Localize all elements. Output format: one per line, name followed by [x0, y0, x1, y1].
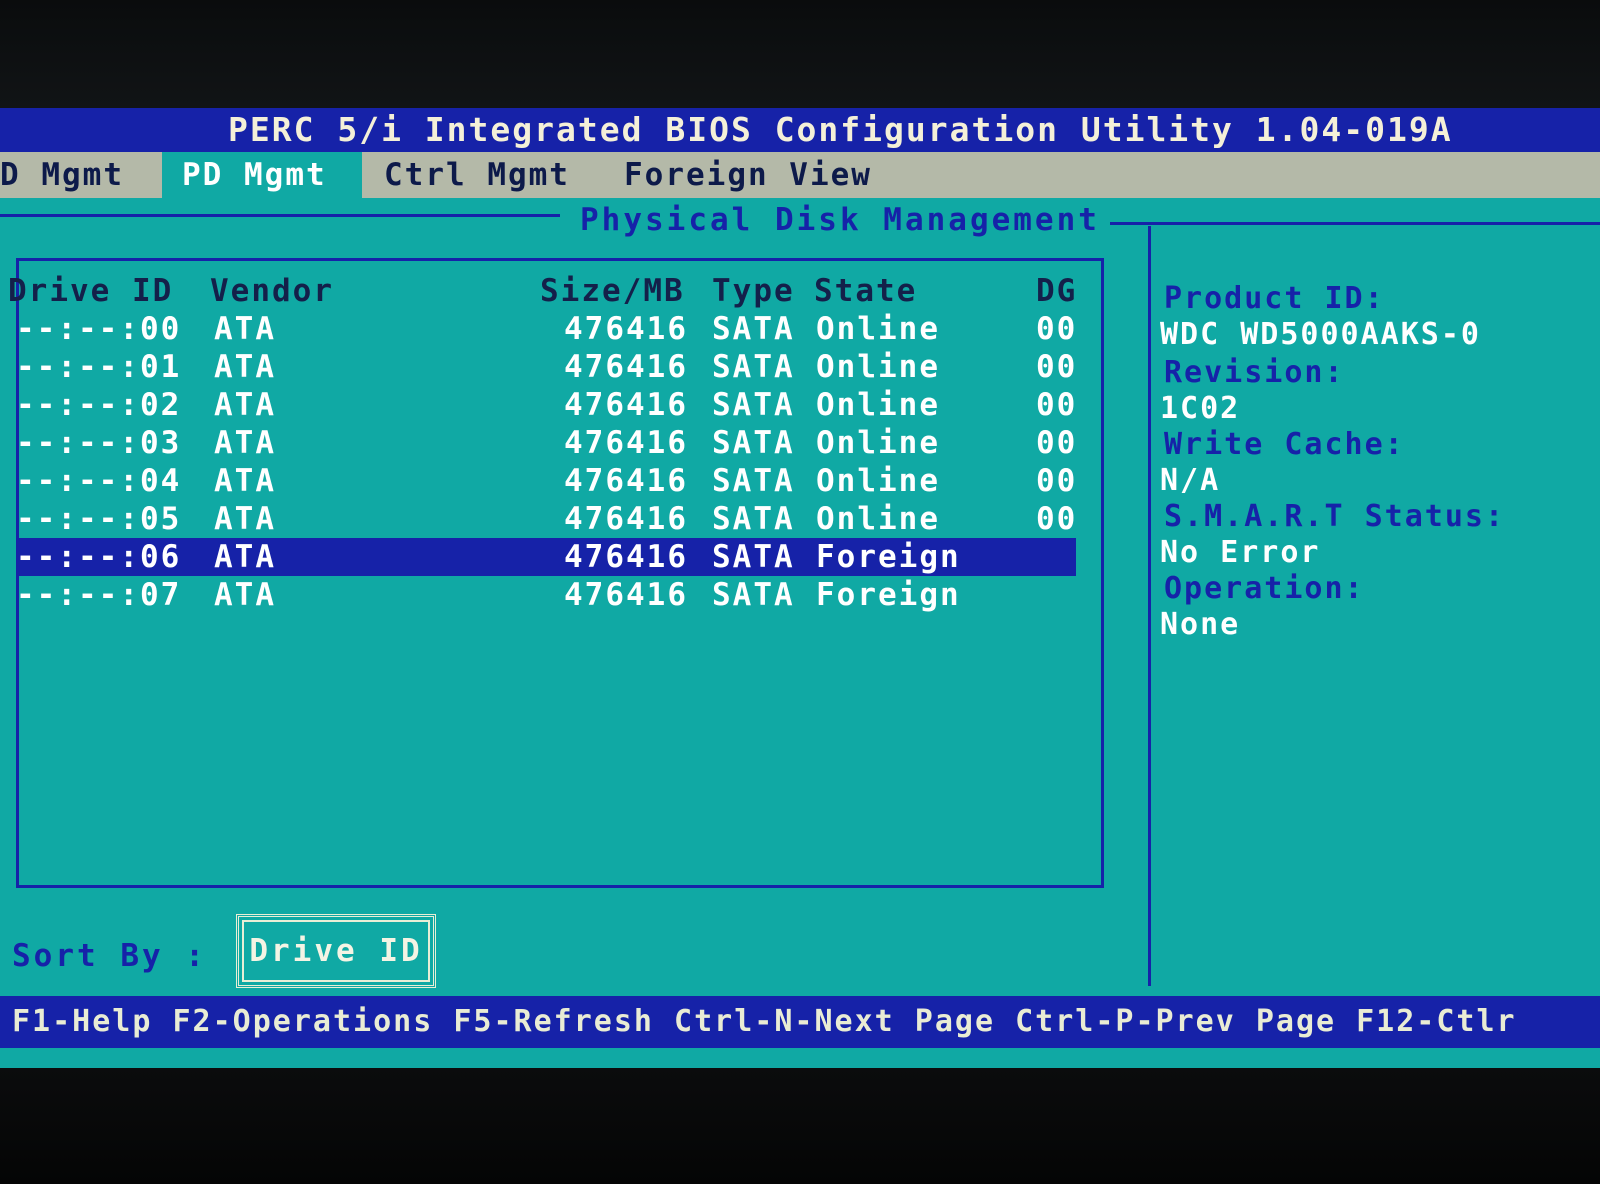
section-title: Physical Disk Management: [580, 202, 1100, 238]
dg: 00: [1036, 501, 1078, 537]
size: 476416: [564, 501, 688, 537]
size: 476416: [564, 311, 688, 347]
dg: 00: [1036, 311, 1078, 347]
state: Online: [816, 501, 940, 537]
write-cache-value: N/A: [1160, 463, 1221, 498]
state: Online: [816, 349, 940, 385]
state: Online: [816, 425, 940, 461]
vendor: ATA: [214, 463, 276, 499]
table-row[interactable]: --:--:05 ATA 476416 SATA Online 00: [16, 500, 1076, 538]
drive-id: --:--:04: [16, 463, 182, 499]
product-id-label: Product ID:: [1164, 281, 1385, 316]
state: Online: [816, 387, 940, 423]
size: 476416: [564, 425, 688, 461]
header-state: State: [814, 273, 918, 309]
operation-label: Operation:: [1164, 571, 1365, 606]
drive-id: --:--:03: [16, 425, 182, 461]
drive-id: --:--:02: [16, 387, 182, 423]
tab-foreign-view[interactable]: Foreign View: [624, 152, 872, 198]
size: 476416: [564, 539, 688, 575]
write-cache-label: Write Cache:: [1164, 427, 1405, 462]
section-rule-left: [0, 214, 560, 217]
state: Online: [816, 311, 940, 347]
drive-id: --:--:06: [16, 539, 182, 575]
header-type: Type: [712, 273, 795, 309]
type: SATA: [712, 501, 795, 537]
vendor: ATA: [214, 425, 276, 461]
vendor: ATA: [214, 577, 276, 613]
bios-screen: PERC 5/i Integrated BIOS Configuration U…: [0, 108, 1600, 1068]
sort-by-label: Sort By :: [12, 938, 207, 974]
dg: 00: [1036, 387, 1078, 423]
table-row[interactable]: --:--:07 ATA 476416 SATA Foreign: [16, 576, 1076, 614]
tab-vd-mgmt[interactable]: D Mgmt: [0, 152, 162, 198]
size: 476416: [564, 577, 688, 613]
drive-id: --:--:00: [16, 311, 182, 347]
vendor: ATA: [214, 387, 276, 423]
table-row[interactable]: --:--:03 ATA 476416 SATA Online 00: [16, 424, 1076, 462]
section-rule-right: [1110, 222, 1600, 225]
operation-value: None: [1160, 607, 1241, 642]
state: Online: [816, 463, 940, 499]
tab-bar: D Mgmt PD Mgmt Ctrl Mgmt Foreign View: [0, 152, 1600, 198]
vendor: ATA: [214, 349, 276, 385]
type: SATA: [712, 349, 795, 385]
type: SATA: [712, 577, 795, 613]
utility-title: PERC 5/i Integrated BIOS Configuration U…: [228, 110, 1453, 149]
header-vendor: Vendor: [210, 273, 334, 309]
monitor-bezel-bottom: [0, 1068, 1600, 1184]
key-help-text: F1-Help F2-Operations F5-Refresh Ctrl-N-…: [12, 1004, 1517, 1039]
drive-id: --:--:05: [16, 501, 182, 537]
type: SATA: [712, 387, 795, 423]
type: SATA: [712, 311, 795, 347]
dg: 00: [1036, 463, 1078, 499]
table-row[interactable]: --:--:01 ATA 476416 SATA Online 00: [16, 348, 1076, 386]
vendor: ATA: [214, 539, 276, 575]
smart-status-value: No Error: [1160, 535, 1321, 570]
type: SATA: [712, 463, 795, 499]
dg: 00: [1036, 349, 1078, 385]
header-dg: DG: [1036, 273, 1078, 309]
type: SATA: [712, 539, 795, 575]
table-row[interactable]: --:--:02 ATA 476416 SATA Online 00: [16, 386, 1076, 424]
drive-id: --:--:01: [16, 349, 182, 385]
table-row-selected[interactable]: --:--:06 ATA 476416 SATA Foreign: [16, 538, 1076, 576]
type: SATA: [712, 425, 795, 461]
table-row[interactable]: --:--:04 ATA 476416 SATA Online 00: [16, 462, 1076, 500]
drive-id: --:--:07: [16, 577, 182, 613]
size: 476416: [564, 463, 688, 499]
header-drive-id: Drive ID: [8, 273, 174, 309]
sort-by-button[interactable]: Drive ID: [236, 914, 436, 988]
state: Foreign: [816, 539, 961, 575]
panel-divider: [1148, 226, 1151, 986]
status-bar: F1-Help F2-Operations F5-Refresh Ctrl-N-…: [0, 996, 1600, 1048]
tab-ctrl-mgmt[interactable]: Ctrl Mgmt: [384, 152, 570, 198]
dg: 00: [1036, 425, 1078, 461]
vendor: ATA: [214, 311, 276, 347]
smart-status-label: S.M.A.R.T Status:: [1164, 499, 1506, 534]
product-id-value: WDC WD5000AAKS-0: [1160, 317, 1481, 352]
state: Foreign: [816, 577, 961, 613]
revision-value: 1C02: [1160, 391, 1241, 426]
size: 476416: [564, 387, 688, 423]
header-size: Size/MB: [540, 273, 685, 309]
monitor-bezel-top: [0, 0, 1600, 108]
vendor: ATA: [214, 501, 276, 537]
tab-pd-mgmt[interactable]: PD Mgmt: [162, 152, 362, 198]
table-row[interactable]: --:--:00 ATA 476416 SATA Online 00: [16, 310, 1076, 348]
size: 476416: [564, 349, 688, 385]
title-bar: PERC 5/i Integrated BIOS Configuration U…: [0, 108, 1600, 152]
revision-label: Revision:: [1164, 355, 1345, 390]
